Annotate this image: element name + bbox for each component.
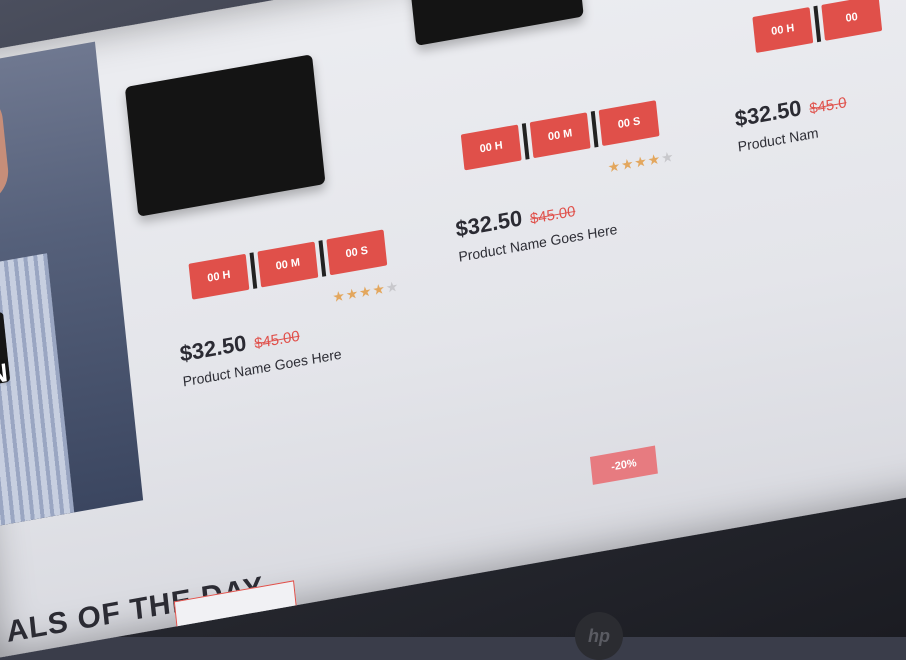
timer-seconds: 00 S: [326, 229, 388, 276]
timer-minutes: 00 M: [529, 112, 591, 159]
product-info: $32.50 $45.00 Product Name Goes Here: [179, 314, 343, 390]
star-rating: ★★★★★: [332, 278, 400, 306]
timer-seconds: 00 S: [598, 100, 660, 147]
product-rating: ★★★★★: [332, 278, 401, 308]
timer-hours: 00 H: [460, 124, 522, 171]
hero-banner[interactable]: [0, 41, 144, 532]
product-image[interactable]: [409, 0, 584, 46]
product-rating: ★★★★★: [607, 148, 676, 178]
timer-hours: 00 H: [188, 253, 250, 300]
product-price: $32.50: [454, 205, 524, 242]
timer-separator: [318, 240, 327, 277]
timer-separator: [521, 123, 530, 160]
product-info: $32.50 $45.00 Product Name Goes Here: [454, 189, 618, 265]
timer-separator: [813, 5, 822, 43]
timer-separator: [249, 252, 258, 289]
timer-minutes: 00: [821, 0, 883, 41]
countdown-timer: 00 H 00: [752, 0, 883, 54]
product-price: $32.50: [733, 95, 803, 132]
timer-minutes: 00 M: [257, 241, 319, 288]
product-price: $32.50: [178, 330, 248, 367]
product-info: $32.50 $45.0 Product Nam: [734, 87, 850, 154]
timer-hours: 00 H: [752, 7, 814, 54]
product-image[interactable]: [124, 54, 326, 217]
model-dress: [0, 253, 75, 532]
product-old-price: $45.00: [529, 202, 577, 228]
product-old-price: $45.00: [253, 327, 301, 353]
timer-separator: [590, 110, 599, 148]
model-arm: [0, 88, 12, 211]
star-rating: ★★★★★: [607, 148, 675, 176]
star-icon: ★: [385, 277, 401, 296]
hp-logo-icon: hp: [575, 612, 623, 660]
star-icon: ★: [660, 147, 676, 167]
discount-badge: -20%: [589, 445, 658, 485]
product-old-price: $45.0: [808, 94, 848, 118]
